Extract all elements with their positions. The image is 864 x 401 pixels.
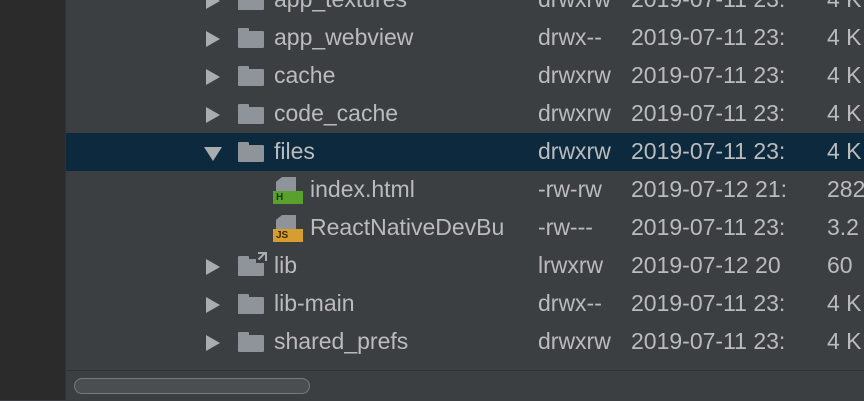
file-name: lib-main [274, 290, 355, 316]
permissions: -rw-rw [538, 176, 602, 202]
modified-date: 2019-07-11 23: [631, 138, 786, 164]
chevron-right-icon[interactable] [206, 0, 220, 9]
permissions: drwxrw [538, 100, 611, 126]
file-size: 4 K [827, 328, 862, 354]
file-size: 3.2 [827, 214, 859, 240]
tree-row-code-cache[interactable]: code_cache drwxrw 2019-07-11 23: 4 K [66, 95, 864, 133]
file-size: 4 K [827, 138, 862, 164]
symlink-folder-icon [238, 251, 268, 276]
chevron-down-icon[interactable] [204, 147, 222, 161]
horizontal-scrollbar[interactable] [66, 370, 864, 401]
chevron-right-icon[interactable] [206, 69, 220, 85]
left-gutter [0, 0, 66, 400]
file-size: 60 [827, 252, 853, 278]
permissions: drwx-- [538, 290, 602, 316]
file-size: 282 [827, 176, 864, 202]
permissions: drwxrw [538, 0, 617, 13]
file-name: files [274, 138, 315, 164]
folder-icon [238, 0, 264, 10]
permissions: drwx-- [538, 24, 602, 50]
tree-row-app-webview[interactable]: app_webview drwx-- 2019-07-11 23: 4 K [66, 19, 864, 57]
tree-row-react-native-dev-bundle[interactable]: JS ReactNativeDevBu -rw--- 2019-07-11 23… [66, 209, 864, 247]
file-name: code_cache [274, 100, 399, 126]
folder-icon [238, 294, 264, 314]
device-file-tree: app_textures drwxrw 2019-07-11 23: 4 K a… [66, 0, 864, 361]
file-name: ReactNativeDevBu [310, 214, 505, 240]
file-size: 4 K [827, 62, 862, 88]
tree-row-files[interactable]: files drwxrw 2019-07-11 23: 4 K [66, 133, 864, 171]
permissions: drwxrw [538, 328, 611, 354]
chevron-right-icon[interactable] [206, 107, 220, 123]
file-size: 4 K [827, 100, 862, 126]
tree-row-cache[interactable]: cache drwxrw 2019-07-11 23: 4 K [66, 57, 864, 95]
folder-icon [238, 332, 264, 352]
folder-icon [238, 28, 264, 48]
file-name: shared_prefs [274, 328, 409, 354]
file-size: 4 K [827, 290, 862, 316]
permissions: -rw--- [538, 214, 593, 240]
tree-row-index-html[interactable]: H index.html -rw-rw 2019-07-12 21: 282 [66, 171, 864, 209]
modified-date: 2019-07-11 23: [631, 214, 786, 240]
chevron-right-icon[interactable] [206, 335, 220, 351]
tree-row-lib[interactable]: lib lrwxrw 2019-07-12 20 60 [66, 247, 864, 285]
chevron-right-icon[interactable] [206, 31, 220, 47]
modified-date: 2019-07-11 23: [631, 328, 786, 354]
file-name: cache [274, 62, 336, 88]
tree-row-shared-prefs[interactable]: shared_prefs drwxrw 2019-07-11 23: 4 K [66, 323, 864, 361]
file-name: app_webview [274, 24, 414, 50]
file-name: index.html [310, 176, 415, 202]
modified-date: 2019-07-11 23: [631, 24, 786, 50]
permissions: drwxrw [538, 138, 611, 164]
file-name: app_textures [274, 0, 407, 13]
html-file-icon: H [273, 177, 303, 205]
modified-date: 2019-07-11 23: [631, 290, 786, 316]
modified-date: 2019-07-12 21: [631, 176, 788, 202]
modified-date: 2019-07-11 23: [631, 0, 814, 13]
permissions: drwxrw [538, 62, 611, 88]
folder-icon [238, 142, 264, 162]
scrollbar-thumb[interactable] [74, 378, 310, 394]
modified-date: 2019-07-11 23: [631, 100, 786, 126]
tree-row-app-textures[interactable]: app_textures drwxrw 2019-07-11 23: 4 K [66, 0, 864, 19]
file-name: lib [274, 252, 298, 278]
js-file-icon: JS [273, 215, 303, 243]
modified-date: 2019-07-11 23: [631, 62, 786, 88]
permissions: lrwxrw [538, 252, 604, 278]
file-size: 4 K [827, 24, 862, 50]
chevron-right-icon[interactable] [206, 297, 220, 313]
tree-row-lib-main[interactable]: lib-main drwx-- 2019-07-11 23: 4 K [66, 285, 864, 323]
folder-icon [238, 104, 264, 124]
chevron-right-icon[interactable] [206, 259, 220, 275]
folder-icon [238, 66, 264, 86]
modified-date: 2019-07-12 20 [631, 252, 781, 278]
file-size: 4 K [827, 0, 862, 13]
